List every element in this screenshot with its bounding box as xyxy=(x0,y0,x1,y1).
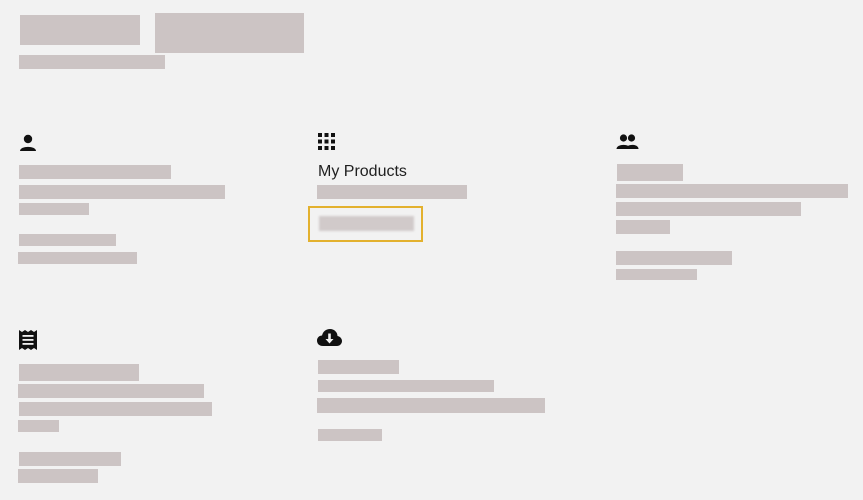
products-title: My Products xyxy=(318,163,407,180)
downloads-link[interactable] xyxy=(318,429,382,441)
orders-link-1[interactable] xyxy=(19,452,121,466)
downloads-title xyxy=(318,360,399,374)
products-link[interactable] xyxy=(319,216,414,231)
orders-description-line-2 xyxy=(19,402,212,416)
account-description-line-1 xyxy=(19,185,225,199)
downloads-description-line-2 xyxy=(317,398,545,413)
receipt-icon xyxy=(19,330,37,350)
orders-link-2[interactable] xyxy=(18,469,98,483)
people-icon xyxy=(616,132,639,152)
orders-description-line-1 xyxy=(18,384,204,398)
header-title-part-1 xyxy=(20,15,140,45)
account-title xyxy=(19,165,171,179)
products-link-focus-frame[interactable] xyxy=(308,206,423,242)
family-title xyxy=(617,164,683,181)
header-subtitle xyxy=(19,55,165,69)
person-icon xyxy=(18,133,38,153)
orders-description-line-3 xyxy=(18,420,59,432)
family-description-line-2 xyxy=(616,202,801,216)
family-description-line-1 xyxy=(616,184,848,198)
header-title-part-2 xyxy=(155,13,304,53)
family-description-line-3 xyxy=(616,220,670,234)
cloud-download-icon xyxy=(317,329,342,347)
settings-page: My Products xyxy=(0,0,863,500)
account-link-1[interactable] xyxy=(19,234,116,246)
family-link-2[interactable] xyxy=(616,269,697,280)
products-description xyxy=(317,185,467,199)
account-link-2[interactable] xyxy=(18,252,137,264)
apps-grid-icon xyxy=(318,133,335,150)
account-description-line-2 xyxy=(19,203,89,215)
family-link-1[interactable] xyxy=(616,251,732,265)
orders-title xyxy=(19,364,139,381)
downloads-description-line-1 xyxy=(318,380,494,392)
